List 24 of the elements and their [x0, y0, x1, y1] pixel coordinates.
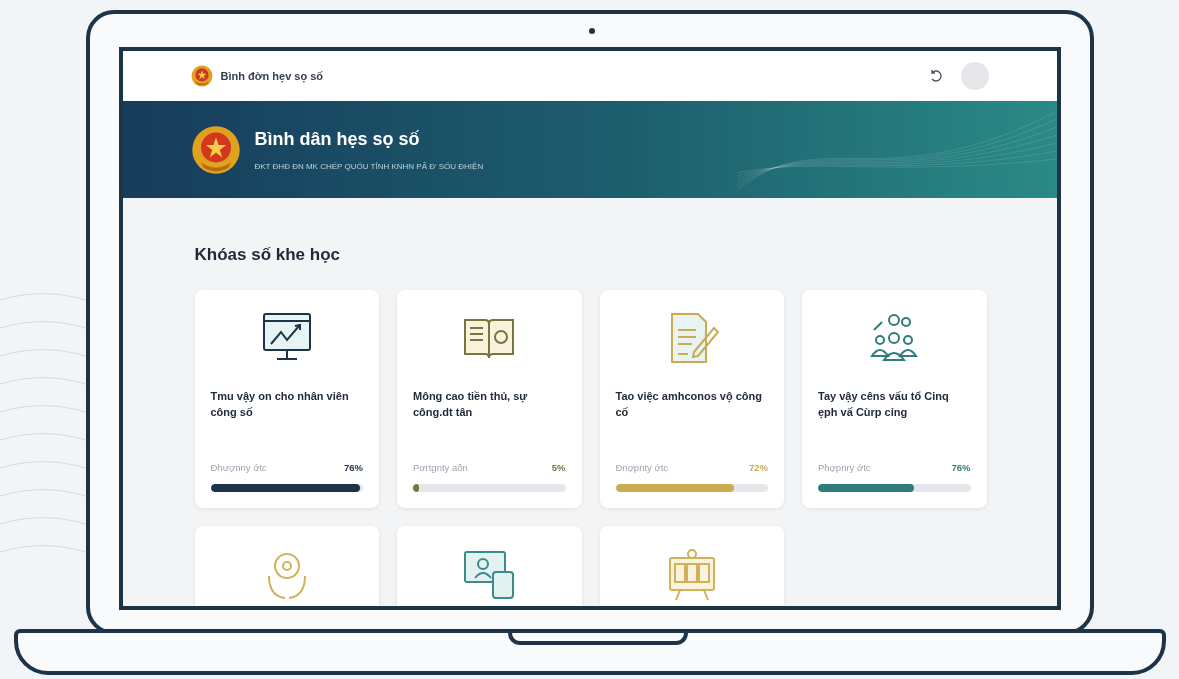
progress-percent: 76%	[344, 461, 363, 476]
section-heading: Khóas số khe học	[194, 244, 341, 266]
course-card[interactable]: Tao việc amhconos vộ công cố Đnợpnty ớtc 72%	[599, 289, 784, 508]
course-title: Tay vậy cêns vấu tổ Cinq ẹph vấ Cùrp cỉng	[818, 388, 950, 421]
course-title: Mông cao tiền thủ, sự công.dt tân	[413, 388, 529, 420]
app-title: Bình đờn hẹv sọ số	[220, 68, 324, 85]
avatar[interactable]	[960, 62, 989, 90]
sync-icon[interactable]	[928, 69, 943, 83]
course-card[interactable]: Mông cao tiền thủ, sự công.dt tân Pơrtgnty aốn 5%	[397, 289, 582, 508]
course-title: Tao việc amhconos vộ công cố	[615, 388, 763, 420]
progress-percent: 76%	[951, 461, 971, 476]
progress-label: Phợpnry ớtc	[818, 461, 871, 476]
progress-label: Đhượnny ớtc	[210, 461, 267, 476]
progress-percent: 5%	[551, 461, 566, 476]
progress-percent: 72%	[749, 461, 768, 476]
course-title: Tmu vậy on cho nhân viên công số	[210, 388, 350, 420]
banner-subtitle: ĐKT ĐHĐ ĐN MK CHẾP QUỐU TỈNH KNHN PẤ Đ' SỐU ĐHIỆN	[254, 161, 484, 173]
progress-label: Pơrtgnty aốn	[413, 461, 468, 476]
course-card[interactable]: Tmu vậy on cho nhân viên công số Đhượnny ớtc 76%	[194, 289, 379, 508]
course-card[interactable]: Tay vậy cêns vấu tổ Cinq ẹph vấ Cùrp cỉng Phợpnry ớtc 76%	[802, 289, 987, 508]
banner-title: Bình dân hẹs sọ số	[254, 128, 421, 151]
emblem-logo	[190, 124, 241, 175]
emblem-logo	[190, 65, 213, 87]
progress-label: Đnợpnty ớtc	[615, 461, 669, 476]
